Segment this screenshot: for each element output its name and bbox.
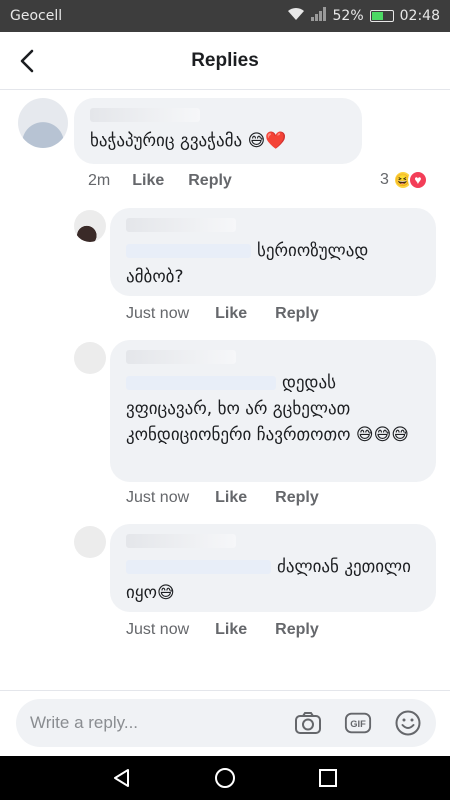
reply-button[interactable]: Reply <box>275 489 319 507</box>
reaction-summary[interactable]: 3 😆 ♥ <box>380 170 428 190</box>
reaction-count: 3 <box>380 171 389 188</box>
battery-percent: 52% <box>332 8 364 24</box>
reply-actions: Just now Like Reply <box>126 621 319 639</box>
back-button[interactable] <box>12 46 42 76</box>
reply-actions: Just now Like Reply <box>126 489 319 507</box>
love-reaction-icon: ♥ <box>407 170 428 190</box>
reply-button[interactable]: Reply <box>275 305 319 323</box>
mention-redacted[interactable] <box>126 560 271 574</box>
avatar[interactable] <box>18 98 68 148</box>
page-title: Replies <box>191 49 259 71</box>
wifi-icon <box>287 7 305 25</box>
gif-icon[interactable]: GIF <box>344 709 372 737</box>
comment-text: ხაჭაპურიც გვაჭამა 😅❤️ <box>90 131 287 151</box>
author-name-redacted[interactable] <box>126 218 236 232</box>
avatar[interactable] <box>74 342 106 374</box>
reply-bubble: დედას ვფიცავარ, ხო არ გცხელათ კონდიციონე… <box>110 340 436 482</box>
signal-icon <box>310 7 327 25</box>
comment-actions: 2m Like Reply <box>88 172 232 190</box>
reply-text: ძალიან კეთილი იყო😅 <box>126 554 420 606</box>
status-indicators: 52% 02:48 <box>287 7 440 25</box>
camera-icon[interactable] <box>294 709 322 737</box>
composer-box: GIF <box>16 699 436 747</box>
nav-home-icon[interactable] <box>210 763 240 793</box>
reply-time: Just now <box>126 305 190 322</box>
mention-redacted[interactable] <box>126 244 251 258</box>
author-name-redacted[interactable] <box>126 350 236 364</box>
comment-bubble: ხაჭაპურიც გვაჭამა 😅❤️ <box>74 98 362 164</box>
battery-icon <box>369 10 394 22</box>
system-nav-bar <box>0 756 450 800</box>
reply-text: დედას ვფიცავარ, ხო არ გცხელათ კონდიციონე… <box>126 370 420 448</box>
reply-button[interactable]: Reply <box>275 621 319 639</box>
avatar[interactable] <box>74 210 106 242</box>
author-name-redacted[interactable] <box>126 534 236 548</box>
nav-recents-icon[interactable] <box>313 763 343 793</box>
avatar[interactable] <box>74 526 106 558</box>
reaction-icons: 😆 ♥ <box>392 170 428 190</box>
reply-input[interactable] <box>16 699 286 747</box>
carrier-name: Geocell <box>10 8 63 24</box>
reply-bubble: სერიოზულად ამბობ? <box>110 208 436 296</box>
reply-button[interactable]: Reply <box>188 172 232 190</box>
like-button[interactable]: Like <box>215 305 247 323</box>
like-button[interactable]: Like <box>215 489 247 507</box>
like-button[interactable]: Like <box>132 172 164 190</box>
emoji-icon[interactable] <box>394 709 422 737</box>
reply-bubble: ძალიან კეთილი იყო😅 <box>110 524 436 612</box>
clock: 02:48 <box>399 8 440 24</box>
mention-redacted[interactable] <box>126 376 276 390</box>
comment-time: 2m <box>88 172 111 189</box>
reply-time: Just now <box>126 621 190 638</box>
reply-actions: Just now Like Reply <box>126 305 319 323</box>
like-button[interactable]: Like <box>215 621 247 639</box>
svg-text:GIF: GIF <box>350 719 366 729</box>
status-bar: Geocell 52% 02:48 <box>0 0 450 32</box>
reply-time: Just now <box>126 489 190 506</box>
reply-composer: GIF <box>0 690 450 756</box>
reply-text: სერიოზულად ამბობ? <box>126 238 420 290</box>
nav-back-icon[interactable] <box>107 763 137 793</box>
author-name-redacted[interactable] <box>90 108 200 122</box>
back-arrow-icon <box>20 49 34 73</box>
header: Replies <box>0 32 450 90</box>
